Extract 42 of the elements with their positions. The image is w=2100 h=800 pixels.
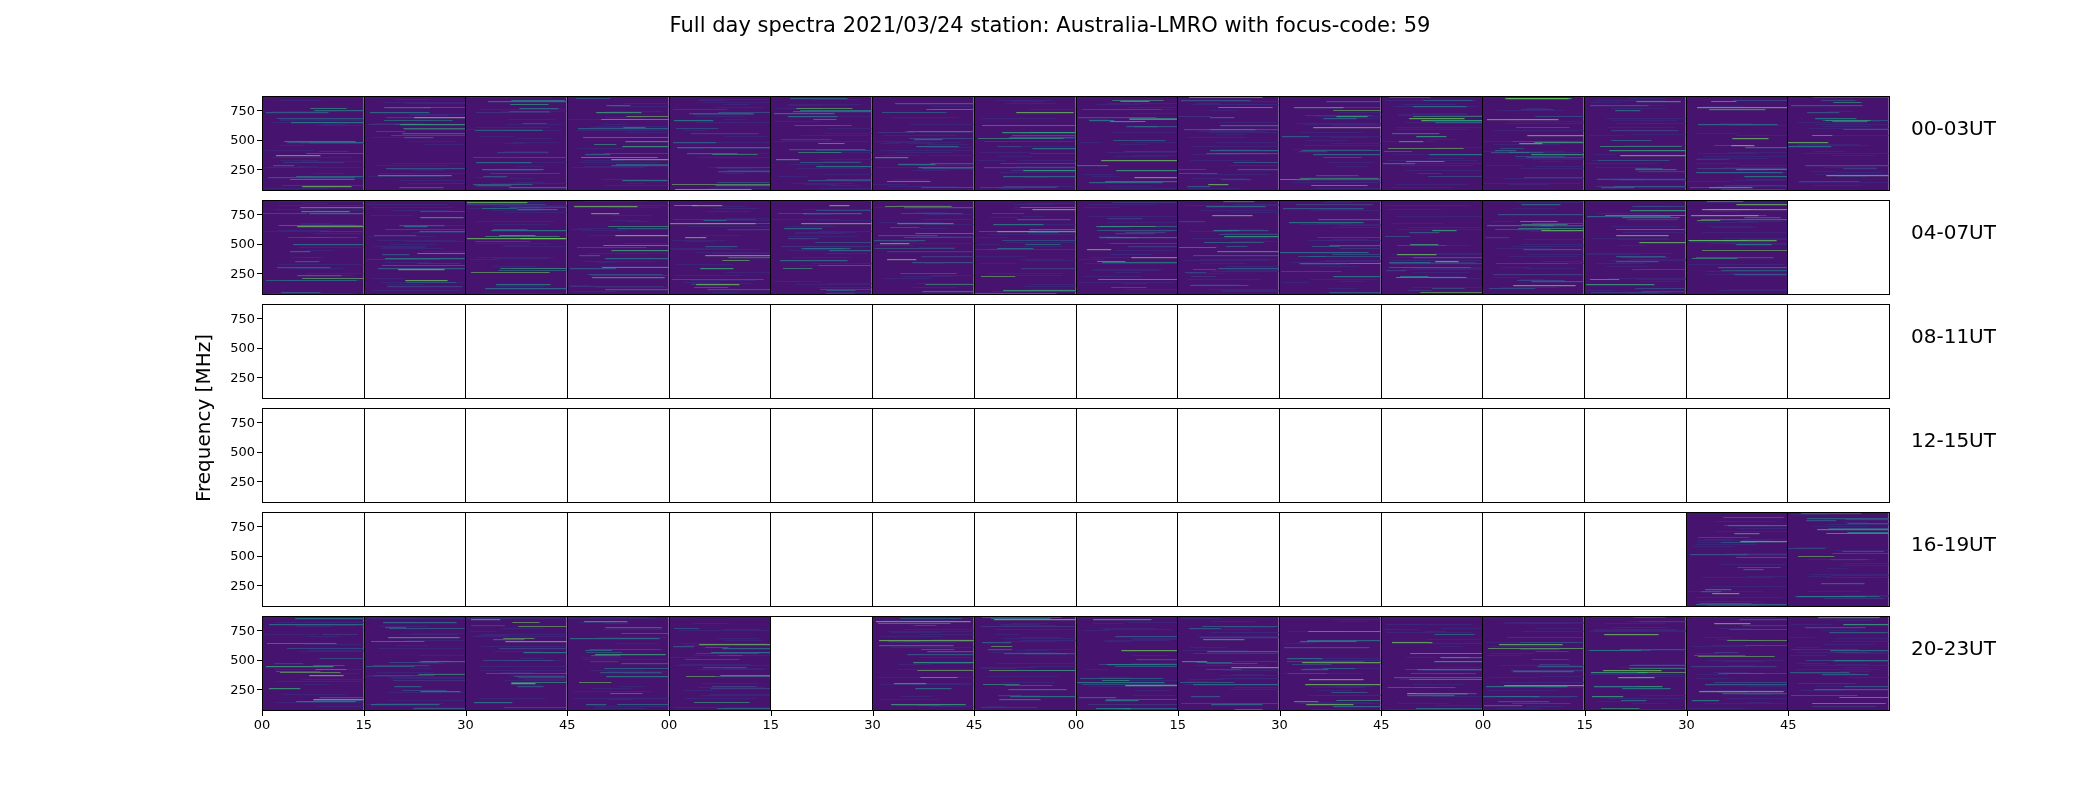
- x-tick-label: 30: [863, 717, 882, 732]
- x-tick-label: 15: [761, 717, 780, 732]
- y-tick-label: 250: [230, 369, 255, 385]
- x-tick-label: 15: [1575, 717, 1594, 732]
- y-tick-label: 500: [230, 444, 255, 460]
- y-tick-label: 250: [230, 681, 255, 697]
- y-tick-label: 750: [230, 518, 255, 534]
- y-tick-label: 500: [230, 340, 255, 356]
- y-tick-label: 250: [230, 577, 255, 593]
- x-tick-label: 30: [1677, 717, 1696, 732]
- chart-title: Full day spectra 2021/03/24 station: Australia-LMRO with focus-code: 59: [669, 12, 1431, 38]
- x-tick-label: 30: [456, 717, 475, 732]
- y-tick-label: 750: [230, 206, 255, 222]
- x-tick-label: 00: [659, 717, 679, 732]
- y-tick-label: 750: [230, 414, 255, 430]
- y-tick-label: 500: [230, 652, 255, 668]
- x-tick-label: 45: [557, 717, 577, 732]
- y-tick-label: 500: [230, 236, 255, 252]
- row-time-label: 08-11UT: [1911, 324, 1996, 348]
- x-tick-label: 45: [964, 717, 984, 732]
- y-tick-label: 250: [230, 473, 255, 489]
- y-tick-label: 750: [230, 102, 255, 118]
- row-time-label: 20-23UT: [1911, 636, 1996, 660]
- row-time-label: 12-15UT: [1911, 428, 1996, 452]
- x-tick-label: 45: [1778, 717, 1798, 732]
- row-time-label: 04-07UT: [1911, 220, 1996, 244]
- x-tick-label: 00: [252, 717, 272, 732]
- x-tick-label: 15: [354, 717, 373, 732]
- row-time-label: 00-03UT: [1911, 116, 1996, 140]
- y-tick-label: 250: [230, 265, 255, 281]
- x-tick-label: 15: [1168, 717, 1187, 732]
- x-tick-label: 45: [1371, 717, 1391, 732]
- x-tick-label: 00: [1066, 717, 1086, 732]
- y-axis-label: Frequency [MHz]: [190, 334, 216, 503]
- row-time-label: 16-19UT: [1911, 532, 1996, 556]
- y-tick-label: 750: [230, 310, 255, 326]
- y-tick-label: 250: [230, 161, 255, 177]
- y-tick-label: 750: [230, 622, 255, 638]
- x-tick-label: 00: [1473, 717, 1493, 732]
- y-tick-label: 500: [230, 548, 255, 564]
- y-tick-label: 500: [230, 132, 255, 148]
- x-tick-label: 30: [1270, 717, 1289, 732]
